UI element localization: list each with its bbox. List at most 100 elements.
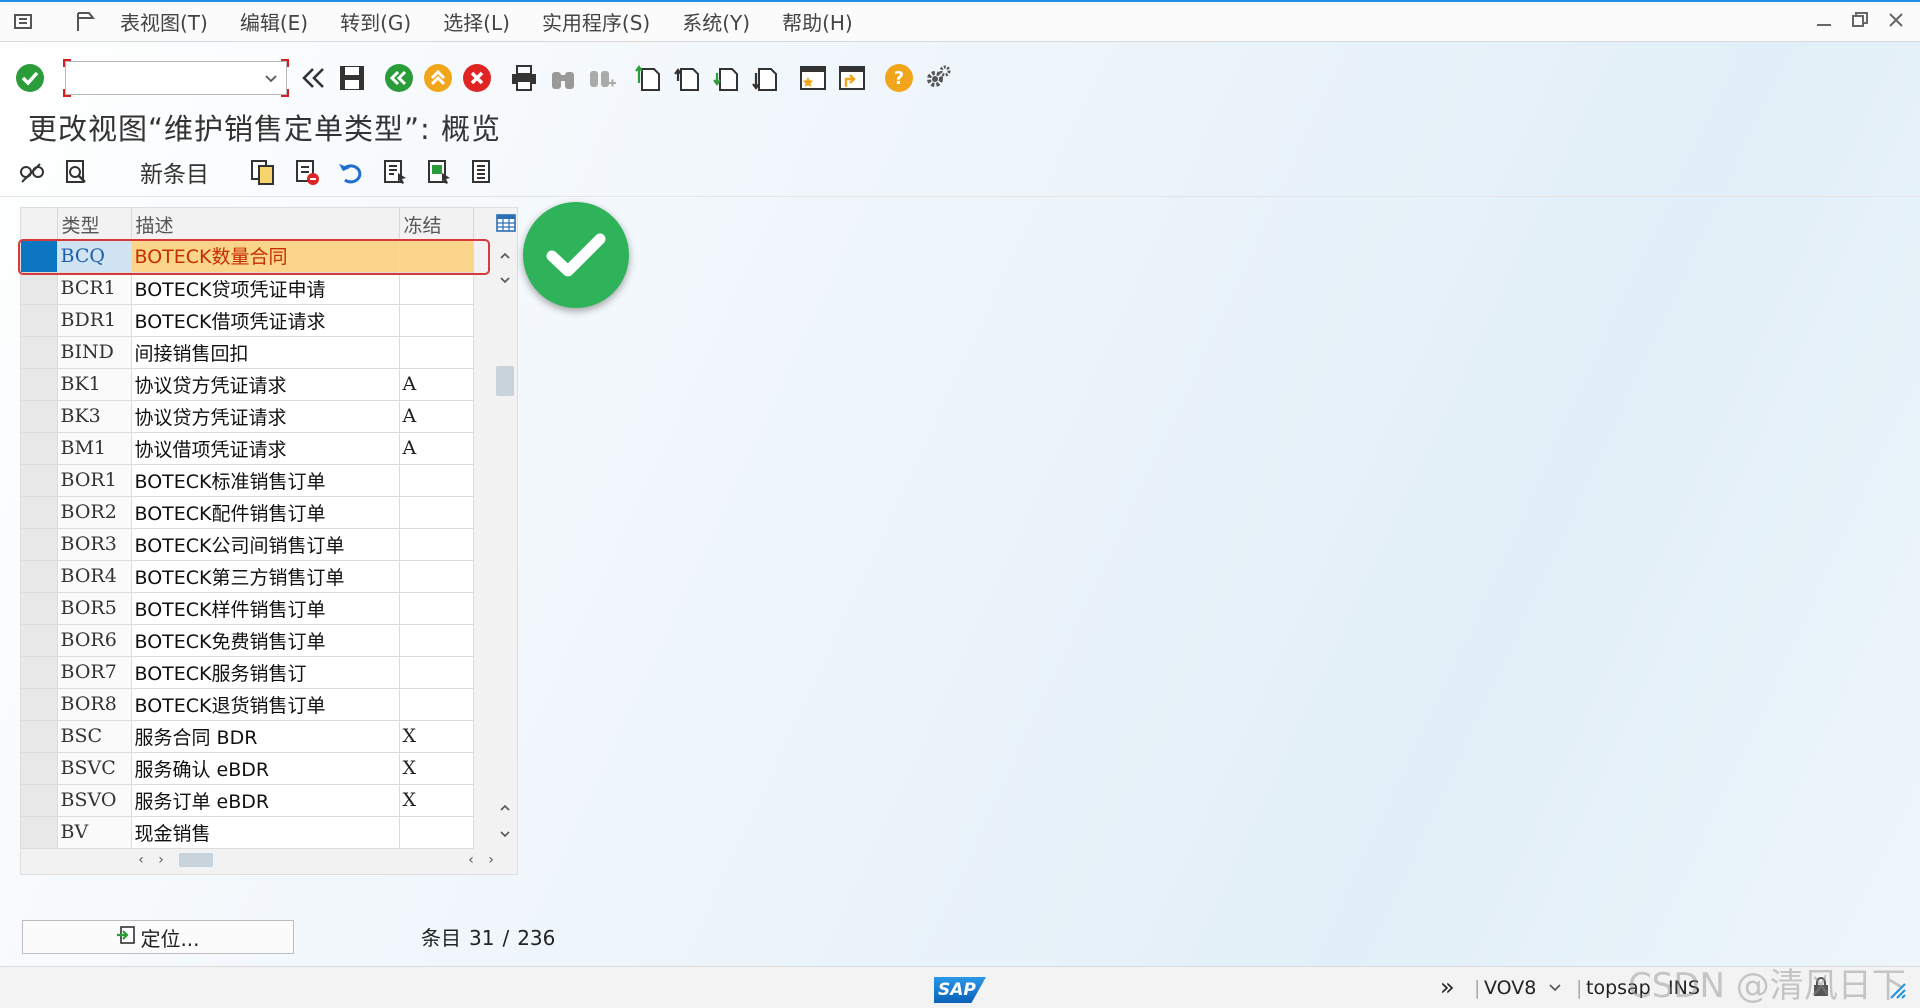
- cell-frozen[interactable]: X: [399, 752, 474, 785]
- cell-description[interactable]: 协议贷方凭证请求: [131, 368, 400, 401]
- first-page-icon[interactable]: [633, 62, 665, 94]
- scroll-left-icon[interactable]: ‹: [131, 852, 151, 868]
- row-selector[interactable]: [21, 240, 58, 273]
- table-row[interactable]: BK3 协议贷方凭证请求 A: [21, 400, 474, 433]
- column-header-frozen[interactable]: 冻结: [399, 208, 474, 240]
- menu-item-selection[interactable]: 选择(L): [443, 7, 510, 36]
- prev-page-icon[interactable]: [672, 62, 704, 94]
- table-row[interactable]: BOR8 BOTECK退货销售订单: [21, 688, 474, 721]
- table-row[interactable]: BOR5 BOTECK样件销售订单: [21, 592, 474, 625]
- system-menu-icon[interactable]: [12, 10, 36, 34]
- cell-type[interactable]: BOR6: [57, 624, 132, 657]
- cell-type[interactable]: BCR1: [57, 272, 132, 305]
- cell-type[interactable]: BIND: [57, 336, 132, 369]
- cell-type[interactable]: BOR8: [57, 688, 132, 721]
- cell-description[interactable]: BOTECK标准销售订单: [131, 464, 400, 497]
- menu-item-help[interactable]: 帮助(H): [782, 7, 853, 36]
- scroll-page-down-icon[interactable]: [493, 822, 517, 846]
- cell-description[interactable]: BOTECK贷项凭证申请: [131, 272, 400, 305]
- row-selector[interactable]: [21, 368, 58, 401]
- cell-type[interactable]: BSVC: [57, 752, 132, 785]
- cell-type[interactable]: BDR1: [57, 304, 132, 337]
- find-next-icon[interactable]: [586, 62, 618, 94]
- save-icon[interactable]: [336, 62, 368, 94]
- row-selector[interactable]: [21, 400, 58, 433]
- cell-description[interactable]: 服务订单 eBDR: [131, 784, 400, 817]
- table-row[interactable]: BOR3 BOTECK公司间销售订单: [21, 528, 474, 561]
- menu-item-goto[interactable]: 转到(G): [340, 7, 411, 36]
- cell-frozen[interactable]: X: [399, 720, 474, 753]
- cell-type[interactable]: BSC: [57, 720, 132, 753]
- cell-frozen[interactable]: [399, 528, 474, 561]
- row-selector-header[interactable]: [21, 208, 58, 240]
- cell-frozen[interactable]: A: [399, 368, 474, 401]
- column-settings-icon[interactable]: [496, 213, 516, 233]
- cell-description[interactable]: BOTECK配件销售订单: [131, 496, 400, 529]
- cell-frozen[interactable]: [399, 816, 474, 849]
- cell-description[interactable]: BOTECK服务销售订: [131, 656, 400, 689]
- cell-frozen[interactable]: A: [399, 400, 474, 433]
- table-row[interactable]: BSVC 服务确认 eBDR X: [21, 752, 474, 785]
- delete-icon[interactable]: [293, 158, 321, 186]
- cell-frozen[interactable]: [399, 304, 474, 337]
- cell-description[interactable]: 间接销售回扣: [131, 336, 400, 369]
- table-row[interactable]: BSVO 服务订单 eBDR X: [21, 784, 474, 817]
- row-selector[interactable]: [21, 304, 58, 337]
- scroll-left-end-icon[interactable]: ‹: [461, 852, 481, 868]
- cell-description[interactable]: BOTECK公司间销售订单: [131, 528, 400, 561]
- cell-type[interactable]: BOR3: [57, 528, 132, 561]
- table-row[interactable]: BOR2 BOTECK配件销售订单: [21, 496, 474, 529]
- chevron-down-icon[interactable]: [264, 70, 278, 89]
- table-row[interactable]: BIND 间接销售回扣: [21, 336, 474, 369]
- cell-description[interactable]: BOTECK借项凭证请求: [131, 304, 400, 337]
- restore-icon[interactable]: [1850, 10, 1870, 30]
- cell-type[interactable]: BOR5: [57, 592, 132, 625]
- row-selector[interactable]: [21, 272, 58, 305]
- cell-frozen[interactable]: [399, 240, 474, 273]
- cell-type[interactable]: BSVO: [57, 784, 132, 817]
- layout-menu-icon[interactable]: [74, 10, 98, 34]
- row-selector[interactable]: [21, 560, 58, 593]
- cell-type[interactable]: BK3: [57, 400, 132, 433]
- row-selector[interactable]: [21, 496, 58, 529]
- table-row[interactable]: BOR1 BOTECK标准销售订单: [21, 464, 474, 497]
- select-all-icon[interactable]: [381, 158, 409, 186]
- cell-type[interactable]: BOR1: [57, 464, 132, 497]
- row-selector[interactable]: [21, 464, 58, 497]
- cell-type[interactable]: BM1: [57, 432, 132, 465]
- scroll-right-end-icon[interactable]: ›: [481, 852, 501, 868]
- back-icon[interactable]: [383, 62, 415, 94]
- cell-frozen[interactable]: [399, 272, 474, 305]
- cell-description[interactable]: 协议贷方凭证请求: [131, 400, 400, 433]
- scroll-up-icon[interactable]: [493, 244, 517, 268]
- cancel-icon[interactable]: [461, 62, 493, 94]
- row-selector[interactable]: [21, 688, 58, 721]
- deselect-all-icon[interactable]: [469, 158, 497, 186]
- display-change-icon[interactable]: [18, 158, 46, 186]
- cell-frozen[interactable]: [399, 464, 474, 497]
- row-selector[interactable]: [21, 336, 58, 369]
- table-row[interactable]: BDR1 BOTECK借项凭证请求: [21, 304, 474, 337]
- cell-type[interactable]: BOR4: [57, 560, 132, 593]
- row-selector[interactable]: [21, 432, 58, 465]
- cell-description[interactable]: BOTECK免费销售订单: [131, 624, 400, 657]
- table-row[interactable]: BCQ BOTECK数量合同: [21, 240, 474, 273]
- cell-description[interactable]: 协议借项凭证请求: [131, 432, 400, 465]
- table-row[interactable]: BK1 协议贷方凭证请求 A: [21, 368, 474, 401]
- create-session-icon[interactable]: [797, 62, 829, 94]
- menu-item-edit[interactable]: 编辑(E): [240, 7, 308, 36]
- exit-icon[interactable]: [422, 62, 454, 94]
- last-page-icon[interactable]: [750, 62, 782, 94]
- row-selector[interactable]: [21, 528, 58, 561]
- select-block-icon[interactable]: [425, 158, 453, 186]
- command-field[interactable]: [63, 59, 289, 97]
- print-icon[interactable]: [508, 62, 540, 94]
- table-row[interactable]: BOR6 BOTECK免费销售订单: [21, 624, 474, 657]
- find-icon[interactable]: [547, 62, 579, 94]
- column-header-type[interactable]: 类型: [57, 208, 132, 240]
- table-row[interactable]: BOR4 BOTECK第三方销售订单: [21, 560, 474, 593]
- hscroll-thumb[interactable]: [179, 853, 213, 867]
- cell-description[interactable]: BOTECK样件销售订单: [131, 592, 400, 625]
- cell-frozen[interactable]: X: [399, 784, 474, 817]
- table-row[interactable]: BOR7 BOTECK服务销售订: [21, 656, 474, 689]
